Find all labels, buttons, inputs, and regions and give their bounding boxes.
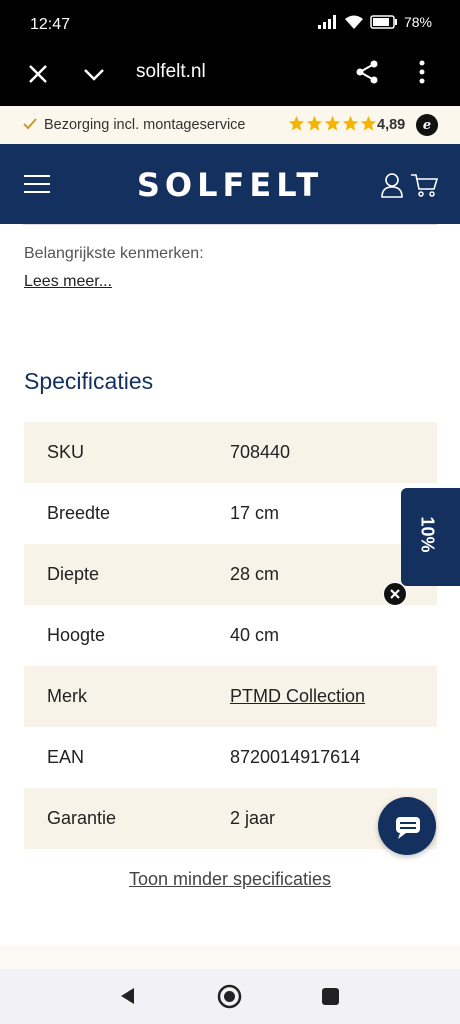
system-nav-bar: [0, 969, 460, 1024]
spec-label: Breedte: [47, 503, 111, 523]
specifications-title: Specificaties: [24, 368, 154, 394]
read-more-link[interactable]: Lees meer...: [24, 273, 112, 291]
promo-bar: Bezorging incl. montageservice 4,89 e: [0, 106, 460, 144]
check-icon: [23, 118, 37, 130]
recents-icon[interactable]: [321, 987, 340, 1006]
table-row: Merk PTMD Collection: [24, 666, 437, 727]
site-header: SOLFELT: [0, 144, 460, 224]
table-row: Diepte 28 cm: [24, 544, 437, 605]
spec-value: 708440: [230, 442, 291, 462]
spec-label: Diepte: [47, 564, 100, 584]
user-icon[interactable]: [380, 172, 404, 198]
promo-text: Bezorging incl. montageservice: [44, 117, 246, 133]
wifi-icon: [344, 15, 363, 29]
star-icon: [306, 115, 323, 131]
discount-label: 10%: [417, 516, 438, 553]
show-less-specs-link[interactable]: Toon minder specificaties: [0, 869, 460, 890]
status-time: 12:47: [30, 16, 71, 33]
star-icon: [288, 115, 305, 131]
features-heading: Belangrijkste kenmerken:: [24, 245, 204, 262]
close-discount-icon[interactable]: [383, 582, 407, 606]
battery-icon: [370, 15, 397, 29]
status-icons: 78%: [317, 14, 432, 30]
home-icon[interactable]: [217, 984, 242, 1009]
footer-band: [0, 945, 460, 969]
discount-tab[interactable]: 10%: [401, 488, 460, 586]
url-text[interactable]: solfelt.nl: [136, 61, 206, 83]
trusted-shops-seal-icon[interactable]: e: [416, 114, 438, 136]
spec-label: Hoogte: [47, 625, 106, 645]
specifications-table: SKU 708440 Breedte 17 cm Diepte 28 cm Ho…: [24, 422, 437, 849]
cart-icon[interactable]: [410, 172, 438, 198]
star-icon: [360, 115, 377, 131]
back-icon[interactable]: [118, 986, 138, 1006]
more-vert-icon[interactable]: [412, 59, 432, 85]
spec-value: 40 cm: [230, 625, 280, 645]
rating-value: 4,89: [377, 117, 406, 133]
table-row: Hoogte 40 cm: [24, 605, 437, 666]
spec-value: 8720014917614: [230, 747, 361, 767]
status-bar: 12:47 78%: [0, 0, 460, 50]
share-icon[interactable]: [354, 59, 380, 85]
star-icon: [324, 115, 341, 131]
chat-button[interactable]: [378, 797, 436, 855]
brand-link[interactable]: PTMD Collection: [230, 686, 437, 707]
chat-icon: [396, 817, 420, 839]
browser-toolbar: solfelt.nl: [0, 50, 460, 106]
close-icon[interactable]: [26, 62, 50, 86]
rating-stars: [288, 115, 377, 132]
table-row: SKU 708440: [24, 422, 437, 483]
chevron-down-icon[interactable]: [82, 62, 106, 86]
spec-label: Garantie: [47, 808, 117, 828]
spec-label: EAN: [47, 747, 85, 767]
table-row: Garantie 2 jaar: [24, 788, 437, 849]
battery-level: 78%: [403, 14, 432, 30]
divider: [23, 224, 437, 225]
spec-label: SKU: [47, 442, 85, 462]
spec-label: Merk: [47, 686, 87, 706]
table-row: EAN 8720014917614: [24, 727, 437, 788]
table-row: Breedte 17 cm: [24, 483, 437, 544]
signal-icon: [317, 15, 336, 29]
star-icon: [342, 115, 359, 131]
